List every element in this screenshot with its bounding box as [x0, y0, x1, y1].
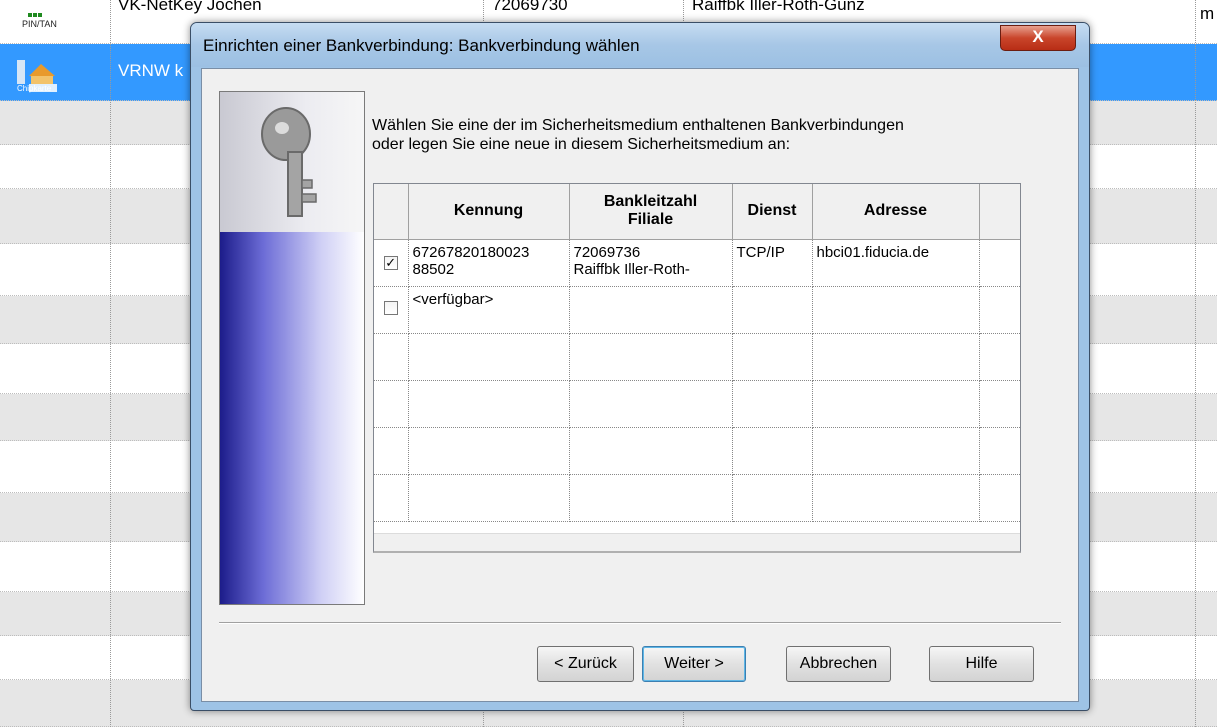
header-blz-line-2: Filiale: [627, 211, 674, 229]
key-icon: [261, 107, 317, 217]
cell-empty: [979, 239, 1020, 287]
column-header-dienst[interactable]: Dienst: [732, 184, 813, 240]
column-header-adresse[interactable]: Adresse: [812, 184, 980, 240]
back-button[interactable]: < Zurück: [537, 646, 634, 682]
table-header-row: Kennung Bankleitzahl Filiale Dienst Adre…: [374, 184, 1020, 240]
header-blz-line-1: Bankleitzahl: [603, 193, 698, 211]
cell-empty: [979, 286, 1020, 334]
grid-cell-selected-name: VRNW k: [118, 61, 184, 80]
table-horizontal-scrollbar[interactable]: [374, 533, 1020, 551]
chipkarte-label: Chipkarte: [17, 84, 52, 93]
wizard-side-panel: [219, 91, 365, 605]
pin-tan-label: PIN/TAN: [22, 19, 57, 29]
row-checkbox[interactable]: ✓: [383, 256, 398, 270]
row-select-cell[interactable]: [374, 286, 409, 334]
cell-adresse: hbci01.fiducia.de: [812, 239, 980, 287]
cell-dienst: TCP/IP: [732, 239, 813, 287]
grid-cell-bank: Raiffbk Iller-Roth-Günz: [692, 0, 865, 14]
kennung-line-1: 67267820180023: [412, 243, 530, 261]
grid-cell-extra: m: [1200, 4, 1215, 23]
table-row[interactable]: <verfügbar>: [374, 286, 1020, 334]
column-header-empty: [979, 184, 1020, 240]
grid-cell-code: 72069730: [492, 0, 568, 14]
instruction-text: Wählen Sie eine der im Sicherheitsmedium…: [372, 116, 1012, 154]
column-header-bankleitzahl[interactable]: Bankleitzahl Filiale: [569, 184, 733, 240]
blz-line-2: Raiffbk Iller-Roth-: [573, 260, 690, 278]
table-row-empty[interactable]: [374, 380, 1020, 428]
cell-adresse: [812, 286, 980, 334]
column-header-select[interactable]: [374, 184, 409, 240]
next-button[interactable]: Weiter >: [642, 646, 746, 682]
bankverbindungen-table[interactable]: Kennung Bankleitzahl Filiale Dienst Adre…: [373, 183, 1021, 553]
blz-line-1: 72069736: [573, 243, 641, 261]
dialog-client-area: Wählen Sie eine der im Sicherheitsmedium…: [201, 68, 1079, 702]
table-row-empty[interactable]: [374, 427, 1020, 475]
grid-column-divider: [110, 0, 111, 727]
grid-cell-name: VK-NetKey Jochen: [118, 0, 262, 14]
row-checkbox[interactable]: [383, 300, 398, 315]
table-row-empty[interactable]: [374, 333, 1020, 381]
instruction-line-2: oder legen Sie eine neue in diesem Siche…: [372, 136, 791, 153]
grid-column-divider: [1195, 0, 1196, 727]
dialog-title: Einrichten einer Bankverbindung: Bankver…: [203, 36, 640, 55]
dialog-titlebar[interactable]: Einrichten einer Bankverbindung: Bankver…: [191, 23, 1089, 67]
bankverbindung-dialog: Einrichten einer Bankverbindung: Bankver…: [190, 22, 1090, 711]
instruction-line-1: Wählen Sie eine der im Sicherheitsmedium…: [372, 117, 904, 134]
table-row[interactable]: ✓ 67267820180023 88502 72069736 Raiffbk …: [374, 239, 1020, 287]
cell-bankleitzahl: [569, 286, 733, 334]
cell-bankleitzahl: 72069736 Raiffbk Iller-Roth-: [569, 239, 733, 287]
cell-kennung: 67267820180023 88502: [408, 239, 570, 287]
kennung-line-2: 88502: [412, 260, 455, 278]
cell-kennung: <verfügbar>: [408, 286, 570, 334]
pin-tan-icon: [28, 4, 44, 17]
cancel-button[interactable]: Abbrechen: [786, 646, 891, 682]
row-select-cell[interactable]: ✓: [374, 239, 409, 287]
help-button[interactable]: Hilfe: [929, 646, 1034, 682]
kennung-line-1: <verfügbar>: [412, 290, 494, 308]
column-header-kennung[interactable]: Kennung: [408, 184, 570, 240]
side-panel-header: [220, 92, 364, 232]
cell-dienst: [732, 286, 813, 334]
button-separator: [219, 622, 1061, 624]
close-button[interactable]: X: [1000, 25, 1076, 51]
table-row-empty[interactable]: [374, 474, 1020, 522]
